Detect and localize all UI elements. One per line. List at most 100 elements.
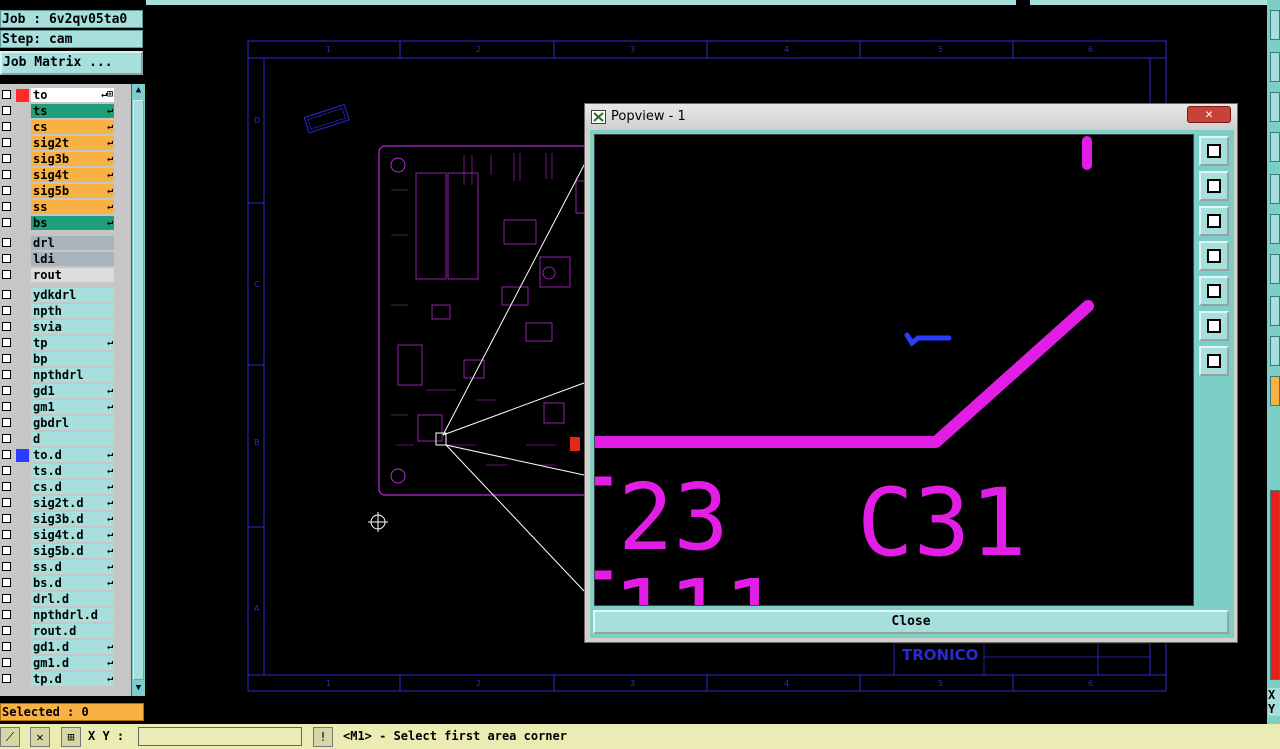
right-tool-button[interactable] <box>1270 52 1280 82</box>
layer-name[interactable]: gm1 ↵ <box>31 400 114 414</box>
layer-name[interactable]: to.d ↵ <box>31 448 114 462</box>
layer-name[interactable]: sig2t.d ↵ <box>31 496 114 510</box>
layer-row[interactable]: sig2t ↵ <box>0 135 130 151</box>
layer-row[interactable]: ts.d ↵ <box>0 463 130 479</box>
layer-row[interactable]: rout <box>0 267 130 283</box>
layer-name[interactable]: npthdrl.d <box>31 608 114 622</box>
layer-name[interactable]: d <box>31 432 114 446</box>
layer-row[interactable]: sig3b.d ↵ <box>0 511 130 527</box>
layer-row[interactable]: to ↵⊞ <box>0 87 130 103</box>
layer-name[interactable]: drl <box>31 236 114 250</box>
layer-name[interactable]: npth <box>31 304 114 318</box>
layer-row[interactable]: tp ↵ <box>0 335 130 351</box>
layer-checkbox[interactable] <box>2 322 11 331</box>
layer-row[interactable]: sig2t.d ↵ <box>0 495 130 511</box>
layer-name[interactable]: tp.d ↵ <box>31 672 114 686</box>
layer-checkbox[interactable] <box>2 562 11 571</box>
right-tool-button[interactable] <box>1270 174 1280 204</box>
right-tool-button[interactable] <box>1270 376 1280 406</box>
layer-checkbox[interactable] <box>2 658 11 667</box>
layer-name[interactable]: svia <box>31 320 114 334</box>
layer-row[interactable]: gm1 ↵ <box>0 399 130 415</box>
layer-row[interactable]: drl.d <box>0 591 130 607</box>
layer-checkbox[interactable] <box>2 254 11 263</box>
layer-name[interactable]: cs ↵ <box>31 120 114 134</box>
right-tool-button[interactable] <box>1270 214 1280 244</box>
right-tool-button[interactable] <box>1270 10 1280 40</box>
layer-checkbox[interactable] <box>2 434 11 443</box>
popview-zoom-out-button[interactable] <box>1199 346 1229 376</box>
layer-row[interactable]: bp <box>0 351 130 367</box>
layer-name[interactable]: ldi <box>31 252 114 266</box>
layer-row[interactable]: sig5b.d ↵ <box>0 543 130 559</box>
layer-checkbox[interactable] <box>2 122 11 131</box>
layer-row[interactable]: cs ↵ <box>0 119 130 135</box>
layer-row[interactable]: gbdrl <box>0 415 130 431</box>
layer-name[interactable]: to ↵⊞ <box>31 88 114 102</box>
layer-checkbox[interactable] <box>2 466 11 475</box>
layer-row[interactable]: rout.d <box>0 623 130 639</box>
popview-pan-down-button[interactable] <box>1199 206 1229 236</box>
layer-name[interactable]: tp ↵ <box>31 336 114 350</box>
popview-pan-left-button[interactable] <box>1199 241 1229 271</box>
right-tool-button[interactable] <box>1270 254 1280 284</box>
scroll-down-arrow-icon[interactable]: ▼ <box>132 682 145 695</box>
layer-row[interactable]: npthdrl.d <box>0 607 130 623</box>
layer-name[interactable]: sig5b.d ↵ <box>31 544 114 558</box>
layer-checkbox[interactable] <box>2 354 11 363</box>
layer-name[interactable]: bs.d ↵ <box>31 576 114 590</box>
popview-pan-up-button[interactable] <box>1199 171 1229 201</box>
layer-checkbox[interactable] <box>2 626 11 635</box>
layer-checkbox[interactable] <box>2 450 11 459</box>
layer-checkbox[interactable] <box>2 402 11 411</box>
layer-row[interactable]: ydkdrl <box>0 287 130 303</box>
popview-zoom-in-button[interactable] <box>1199 311 1229 341</box>
layer-name[interactable]: sig4t ↵ <box>31 168 114 182</box>
layer-row[interactable]: bs.d ↵ <box>0 575 130 591</box>
layer-row[interactable]: sig4t.d ↵ <box>0 527 130 543</box>
layer-row[interactable]: gd1.d ↵ <box>0 639 130 655</box>
job-matrix-button[interactable]: Job Matrix ... <box>0 51 143 75</box>
layer-list-scrollbar[interactable]: ▲ ▼ <box>131 84 145 696</box>
layer-checkbox[interactable] <box>2 674 11 683</box>
layer-name[interactable]: gm1.d ↵ <box>31 656 114 670</box>
right-tool-button[interactable] <box>1270 336 1280 366</box>
layer-checkbox[interactable] <box>2 642 11 651</box>
layer-checkbox[interactable] <box>2 306 11 315</box>
layer-name[interactable]: ss ↵ <box>31 200 114 214</box>
layer-checkbox[interactable] <box>2 290 11 299</box>
right-tool-button[interactable] <box>1270 296 1280 326</box>
layer-row[interactable]: d <box>0 431 130 447</box>
layer-row[interactable]: npthdrl <box>0 367 130 383</box>
layer-row[interactable]: sig3b ↵ <box>0 151 130 167</box>
layer-row[interactable]: to.d ↵ <box>0 447 130 463</box>
layer-row[interactable]: sig4t ↵ <box>0 167 130 183</box>
layer-name[interactable]: cs.d ↵ <box>31 480 114 494</box>
popview-viewport[interactable]: 23 C31 111 <box>594 134 1194 606</box>
layer-checkbox[interactable] <box>2 90 11 99</box>
layer-name[interactable]: sig4t.d ↵ <box>31 528 114 542</box>
layer-row[interactable]: bs ↵ <box>0 215 130 231</box>
layer-checkbox[interactable] <box>2 530 11 539</box>
layer-name[interactable]: ts ↵ <box>31 104 114 118</box>
layer-checkbox[interactable] <box>2 238 11 247</box>
alert-icon[interactable]: ! <box>313 727 333 747</box>
layer-row[interactable]: gm1.d ↵ <box>0 655 130 671</box>
layer-name[interactable]: ts.d ↵ <box>31 464 114 478</box>
layer-checkbox[interactable] <box>2 202 11 211</box>
layer-checkbox[interactable] <box>2 498 11 507</box>
layer-checkbox[interactable] <box>2 482 11 491</box>
layer-name[interactable]: sig5b ↵ <box>31 184 114 198</box>
right-tool-button[interactable] <box>1270 92 1280 122</box>
popview-titlebar[interactable]: Popview - 1 ✕ <box>585 104 1237 130</box>
layer-name[interactable]: sig3b.d ↵ <box>31 512 114 526</box>
layer-name[interactable]: ss.d ↵ <box>31 560 114 574</box>
layer-name[interactable]: rout.d <box>31 624 114 638</box>
layer-row[interactable]: ts ↵ <box>0 103 130 119</box>
measure-icon[interactable]: ⟋ <box>0 727 20 747</box>
layer-row[interactable]: cs.d ↵ <box>0 479 130 495</box>
layer-checkbox[interactable] <box>2 138 11 147</box>
layer-checkbox[interactable] <box>2 546 11 555</box>
layer-name[interactable]: npthdrl <box>31 368 114 382</box>
layer-name[interactable]: gd1 ↵ <box>31 384 114 398</box>
